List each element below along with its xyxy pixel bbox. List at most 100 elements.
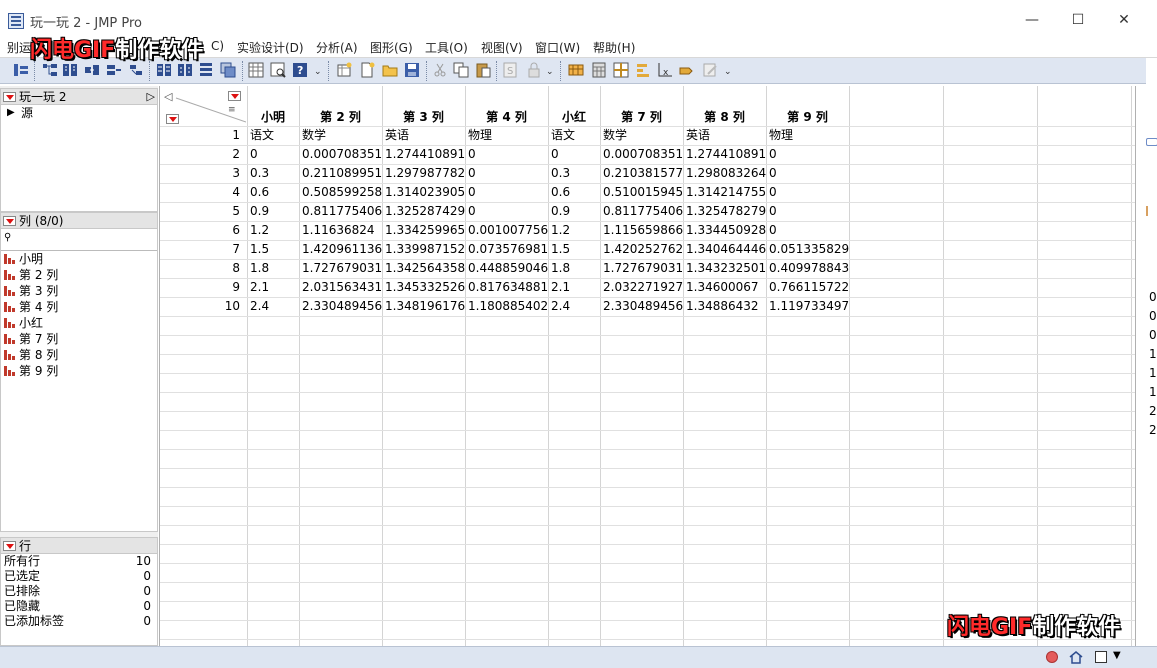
table-cell[interactable]: 0.448859046 [468,259,548,278]
menu-view[interactable]: 视图(V) [481,39,523,56]
table-cell[interactable]: 1.314214755 [686,183,766,202]
table-cell[interactable]: 1.420252762 [603,240,683,259]
maximize-button[interactable]: ☐ [1055,6,1101,34]
table-cell[interactable]: 英语 [686,126,710,145]
menu-item[interactable]: 别运 [7,39,31,56]
toolbar-overflow-icon[interactable]: ⌄ [314,67,322,77]
window-list-icon[interactable] [1095,651,1107,663]
home-icon[interactable] [1069,650,1083,664]
table-cell[interactable]: 2.4 [551,297,570,316]
table-cell[interactable]: 1.727679031 [603,259,683,278]
table-cell[interactable]: 物理 [468,126,492,145]
row-number[interactable]: 8 [160,259,240,278]
script-disabled-icon[interactable]: S [502,62,518,78]
collapse-icon[interactable]: ▷ [147,89,155,105]
row-number[interactable]: 10 [160,297,240,316]
formula-icon[interactable]: x [657,62,673,78]
table-cell[interactable]: 2.4 [250,297,269,316]
column-header[interactable]: 小明 [247,108,299,125]
column-header[interactable]: 第 8 列 [683,108,766,125]
table-cell[interactable]: 语文 [250,126,274,145]
table-cell[interactable]: 0 [250,145,258,164]
layout-icon[interactable] [13,62,29,78]
expand-arrow-icon[interactable]: ▶ [7,105,15,121]
column-list-item[interactable]: 第 4 列 [1,299,157,315]
bar-chart-icon[interactable] [635,62,651,78]
table-cell[interactable]: 0.210381577 [603,164,683,183]
table-cell[interactable]: 2.330489456 [603,297,683,316]
minimize-button[interactable]: — [1009,6,1055,34]
table-cell[interactable]: 0.6 [250,183,269,202]
table-cell[interactable]: 1.334450928 [686,221,766,240]
row-number[interactable]: 9 [160,278,240,297]
table-cell[interactable]: 数学 [603,126,627,145]
column-header[interactable]: 第 7 列 [600,108,683,125]
table-cell[interactable]: 0.3 [250,164,269,183]
table-cell[interactable]: 0.000708351 [302,145,382,164]
table-cell[interactable]: 0.409978843 [769,259,849,278]
table-cell[interactable]: 1.2 [250,221,269,240]
row-number[interactable]: 5 [160,202,240,221]
table-cell[interactable]: 语文 [551,126,575,145]
table-cell[interactable]: 0.6 [551,183,570,202]
rows-red-triangle-icon[interactable] [166,114,179,124]
table-cell[interactable]: 0.508599258 [302,183,382,202]
table-cell[interactable]: 0.211089951 [302,164,382,183]
copy-icon[interactable] [453,62,469,78]
table-cell[interactable]: 2.032271927 [603,278,683,297]
table-cell[interactable]: 1.339987152 [385,240,465,259]
table-cell[interactable]: 0 [769,183,777,202]
table-cell[interactable]: 0 [468,164,476,183]
column-header[interactable]: 第 4 列 [465,108,548,125]
table-cell[interactable]: 0 [769,202,777,221]
grid-table-icon[interactable] [248,62,264,78]
open-folder-icon[interactable] [382,62,398,78]
column-header[interactable]: 第 3 列 [382,108,465,125]
column-list-item[interactable]: 小明 [1,251,157,267]
split-icon[interactable] [128,62,144,78]
table-cell[interactable]: 1.297987782 [385,164,465,183]
dropdown-arrow-icon[interactable]: ▼ [1113,650,1121,661]
table-cell[interactable]: 1.343232501 [686,259,766,278]
table-cell[interactable]: 0 [468,183,476,202]
table-cell[interactable]: 1.420961136 [302,240,382,259]
columns-red-triangle-icon[interactable] [228,91,241,101]
row-number[interactable]: 4 [160,183,240,202]
table-cell[interactable]: 0.001007756 [468,221,548,240]
table-orange-icon[interactable] [568,62,584,78]
table-cell[interactable]: 1.298083264 [686,164,766,183]
table-cell[interactable]: 1.34600067 [686,278,759,297]
table-cell[interactable]: 1.119733497 [769,297,849,316]
new-script-icon[interactable] [359,62,375,78]
table-cell[interactable]: 1.115659866 [603,221,683,240]
menu-tools[interactable]: 工具(O) [425,39,468,56]
table-cell[interactable]: 0 [468,202,476,221]
tabulate-icon[interactable] [198,62,214,78]
menu-window[interactable]: 窗口(W) [535,39,580,56]
save-icon[interactable] [404,62,420,78]
column-list-item[interactable]: 小红 [1,315,157,331]
tree-icon[interactable] [42,62,58,78]
table-cell[interactable]: 0.000708351 [603,145,683,164]
toolbar-overflow-icon[interactable]: ⌄ [546,67,554,77]
table-cell[interactable]: 1.727679031 [302,259,382,278]
subset-icon[interactable] [156,62,172,78]
table-cell[interactable]: 2.330489456 [302,297,382,316]
red-triangle-menu-icon[interactable] [3,541,16,551]
table-cell[interactable]: 1.8 [551,259,570,278]
new-table-icon[interactable] [336,62,352,78]
arrow-tag-icon[interactable] [679,62,695,78]
table-cell[interactable]: 1.11636824 [302,221,375,240]
table-cell[interactable]: 0.9 [551,202,570,221]
stack-icon[interactable] [106,62,122,78]
table-cell[interactable]: 0.073576981 [468,240,548,259]
table-cell[interactable]: 0 [769,164,777,183]
table-cell[interactable]: 1.274410891 [385,145,465,164]
cut-icon[interactable] [432,62,448,78]
table-cell[interactable]: 0.510015945 [603,183,683,202]
table-cell[interactable]: 0.811775406 [302,202,382,221]
menu-graph[interactable]: 图形(G) [370,39,413,56]
preview-icon[interactable] [270,62,286,78]
sort-icon[interactable] [177,62,193,78]
column-list-item[interactable]: 第 7 列 [1,331,157,347]
